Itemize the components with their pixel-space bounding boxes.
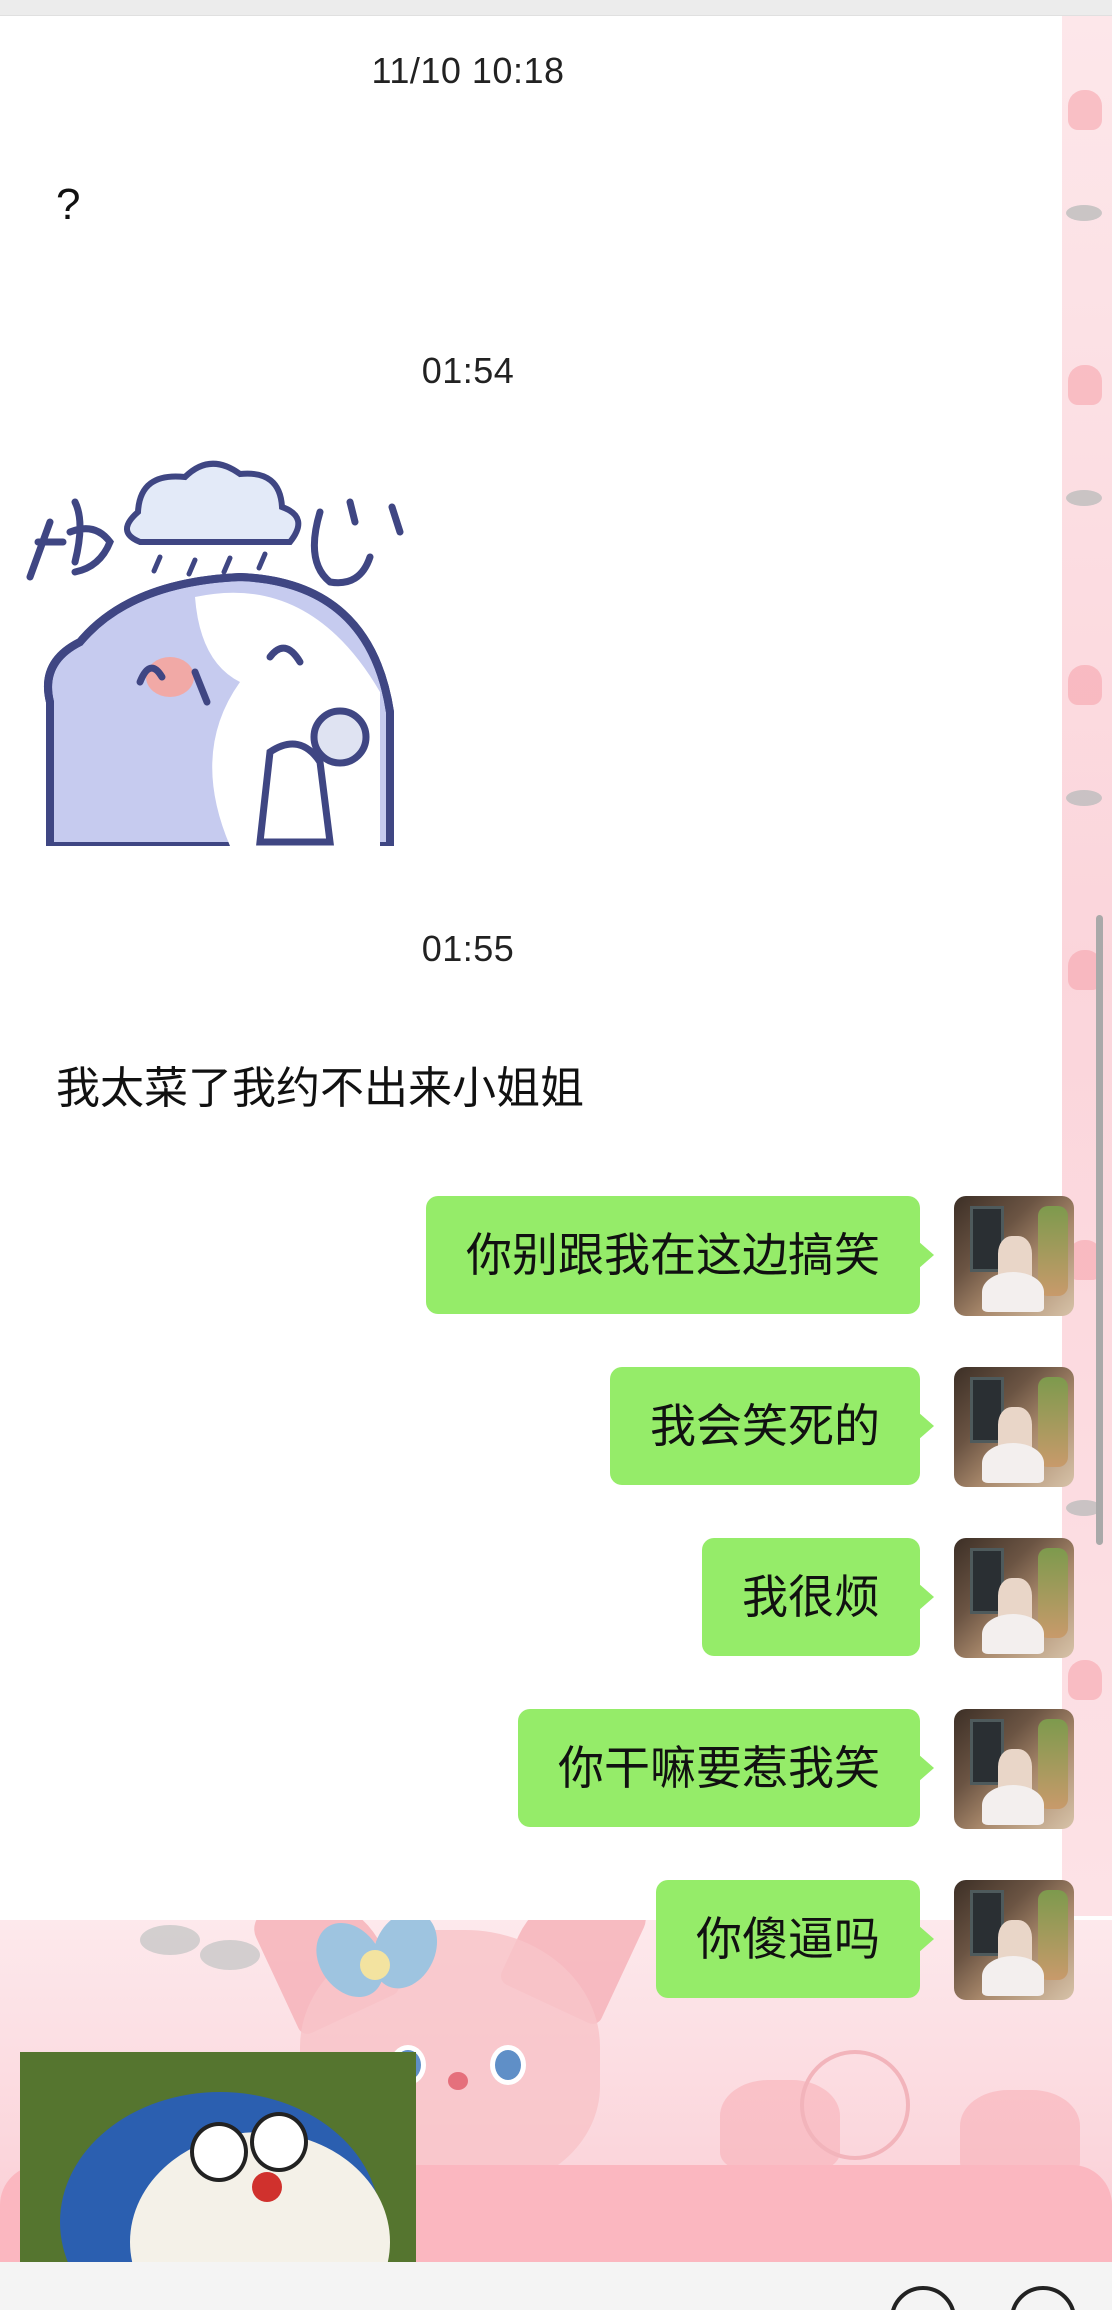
sent-bubble[interactable]: 我很烦 <box>702 1538 934 1656</box>
received-message[interactable]: 我太菜了我约不出来小姐姐 <box>56 1052 584 1116</box>
user-avatar[interactable] <box>954 1880 1074 2000</box>
sad-rabbit-sticker[interactable] <box>20 452 420 846</box>
wallpaper-heart <box>1068 90 1102 130</box>
user-avatar[interactable] <box>954 1367 1074 1487</box>
wallpaper-leaf <box>1066 790 1102 806</box>
sent-bubble[interactable]: 你干嘛要惹我笑 <box>518 1709 934 1827</box>
wallpaper-heart <box>1068 365 1102 405</box>
top-strip <box>0 0 1112 16</box>
user-avatar[interactable] <box>954 1196 1074 1316</box>
user-avatar[interactable] <box>954 1709 1074 1829</box>
wallpaper-leaf <box>1066 490 1102 506</box>
doraemon-image-thumbnail[interactable] <box>20 2052 416 2262</box>
wallpaper-cat-eye <box>490 2045 526 2085</box>
sent-bubble[interactable]: 你傻逼吗 <box>656 1880 934 1998</box>
sent-bubble[interactable]: 你别跟我在这边搞笑 <box>426 1196 934 1314</box>
timestamp: 01:54 <box>421 350 515 391</box>
wallpaper-cat-nose <box>448 2072 468 2090</box>
sent-message-row: 你傻逼吗 <box>0 1880 1112 2002</box>
wallpaper-heart <box>1068 665 1102 705</box>
sent-message-row: 我很烦 <box>0 1538 1112 1660</box>
timestamp: 11/10 10:18 <box>371 50 565 91</box>
wallpaper-heart <box>1068 1660 1102 1700</box>
user-avatar[interactable] <box>954 1538 1074 1658</box>
timestamp: 01:55 <box>421 928 515 969</box>
sent-bubble[interactable]: 我会笑死的 <box>610 1367 934 1485</box>
wallpaper-bunny-badge <box>800 2050 910 2160</box>
sent-message-row: 你干嘛要惹我笑 <box>0 1709 1112 1831</box>
received-message[interactable]: ? <box>56 180 80 230</box>
sent-message-row: 你别跟我在这边搞笑 <box>0 1196 1112 1318</box>
sent-message-row: 我会笑死的 <box>0 1367 1112 1489</box>
wallpaper-leaf <box>1066 205 1102 221</box>
